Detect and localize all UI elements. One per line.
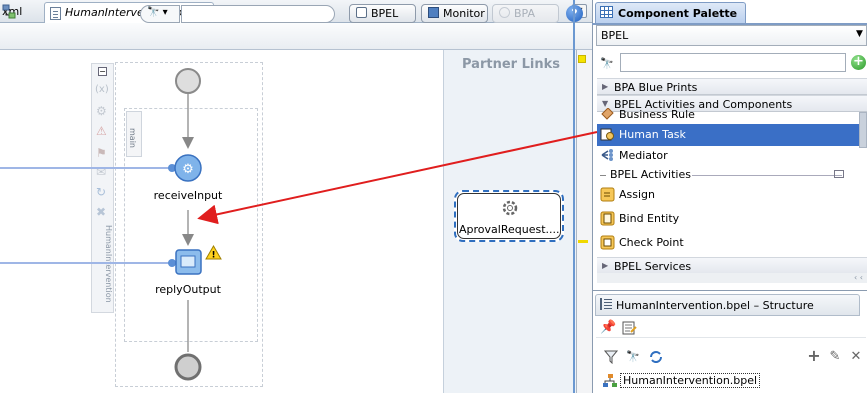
structure-tree-root[interactable]: HumanIntervention.bpel [620,373,761,388]
palette-grid-icon [600,6,613,18]
binoculars-icon: 🔭 [147,7,160,18]
palette-item-assign[interactable]: Assign [597,184,867,206]
item-label: Human Task [619,128,686,141]
process-flow [0,94,194,352]
reply-output-activity[interactable] [164,248,204,278]
palette-item-mediator[interactable]: Mediator [597,145,867,167]
chevron-right-icon: ▶ [602,261,609,270]
category-label: BPA Blue Prints [614,81,698,94]
palette-category-bpel-services[interactable]: ▶ BPEL Services [597,257,867,274]
bpel-view-button[interactable]: BPEL [349,4,416,23]
subheader-rule [692,175,842,176]
bpel-view-label: BPEL [371,7,399,20]
receive-input-label: receiveInput [153,189,223,202]
editor-toolbar [0,23,592,50]
warning-icon[interactable]: ! [205,245,222,260]
item-label: Assign [619,188,655,201]
structure-tab[interactable]: HumanIntervention.bpel – Structure [595,294,860,316]
bpel-view-icon [356,7,367,18]
validate-icon[interactable] [2,4,16,20]
edit-icon[interactable]: ✎ [827,349,843,365]
binoculars-icon[interactable]: 🔭 [625,349,641,365]
palette-scroll-controls[interactable]: ‹ ‹ [597,273,867,283]
subheader-label: BPEL Activities [610,168,691,181]
mediator-icon [601,149,613,161]
structure-icon [600,298,612,310]
find-input[interactable] [181,5,335,23]
add-icon[interactable]: + [806,348,822,364]
bpa-view-label: BPA [514,7,536,20]
gear-icon: ⚙ [182,162,194,177]
item-label: Business Rule [619,108,695,121]
monitor-view-button[interactable]: Monitor [421,4,488,23]
warning-marker[interactable] [578,55,586,63]
find-binoculars-dropdown[interactable]: 🔭 ▾ [140,5,180,23]
item-label: Bind Entity [619,212,680,225]
reply-output-label: replyOutput [155,283,221,296]
filter-icon[interactable] [603,350,619,366]
start-node[interactable] [174,67,202,95]
check-point-icon [600,235,615,250]
bpel-activities-subheader: BPEL Activities [600,166,864,184]
component-palette-tab[interactable]: Component Palette [595,2,746,24]
item-label: Check Point [619,236,684,249]
palette-item-human-task[interactable]: Human Task [597,124,867,146]
palette-scrollbar-thumb[interactable] [859,112,867,148]
category-label: BPEL Services [614,260,692,273]
monitor-icon [428,7,439,18]
canvas-overview-ruler [576,50,592,393]
receive-input-activity[interactable]: ⚙ [164,153,204,185]
partner-link-label: AprovalRequest.... [459,223,559,236]
svg-text:!: ! [211,251,215,261]
warning-marker-line[interactable] [578,240,588,243]
chevron-down-icon: ▼ [602,99,609,108]
bpel-file-icon [50,7,61,20]
properties-icon[interactable] [621,320,637,336]
chevron-right-icon: ▶ [602,82,609,91]
palette-page-select[interactable]: BPEL [596,25,867,46]
partner-links-title: Partner Links [462,57,560,72]
bpel-process-icon [603,374,617,387]
end-node[interactable] [174,353,202,381]
collapse-section-icon[interactable] [834,170,844,178]
add-icon[interactable]: + [851,55,866,70]
assign-icon [600,187,615,202]
delete-icon[interactable]: ✕ [848,349,864,365]
palette-item-check-point[interactable]: Check Point [597,232,867,254]
item-label: Mediator [619,149,668,162]
pin-icon[interactable]: 📌 [600,320,616,336]
chevron-down-icon[interactable]: ▼ [856,29,863,39]
palette-category-bpa-blue-prints[interactable]: ▶ BPA Blue Prints [597,78,867,95]
bind-entity-icon [600,211,615,226]
palette-item-business-rule[interactable]: Business Rule [597,108,867,124]
monitor-view-label: Monitor [443,7,485,20]
binoculars-icon: 🔭 [600,57,614,70]
chevron-down-icon: ▾ [159,7,168,18]
palette-search-input[interactable] [620,53,846,72]
gear-icon [502,200,518,216]
bpa-icon [499,7,510,18]
business-rule-icon [601,108,614,120]
palette-item-bind-entity[interactable]: Bind Entity [597,208,867,230]
human-task-icon [600,128,614,141]
bpa-view-button[interactable]: BPA [492,4,559,23]
palette-splitter[interactable] [573,0,575,393]
sync-icon[interactable] [648,350,664,366]
